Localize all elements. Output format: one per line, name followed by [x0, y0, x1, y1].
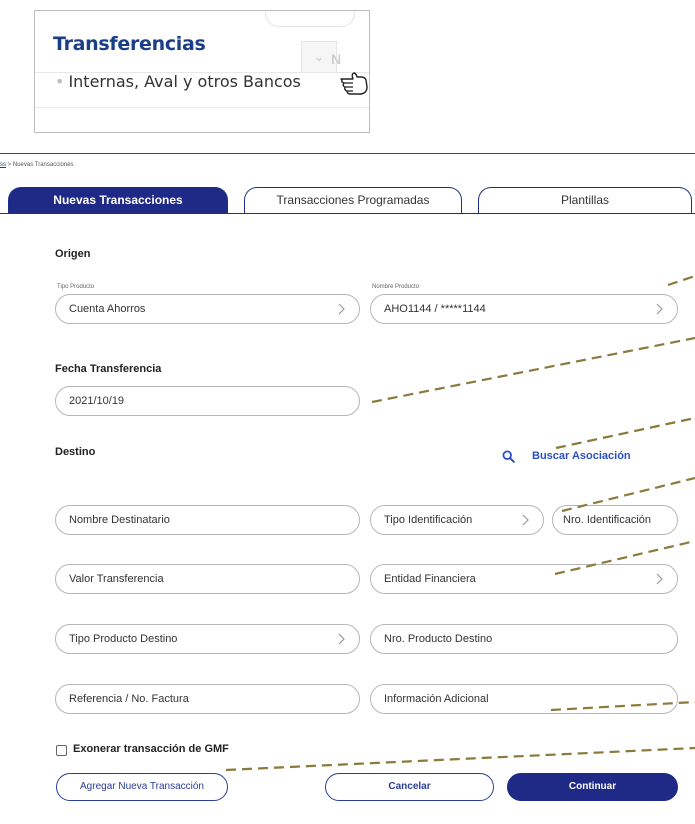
nombre-producto-label: Nombre Producto	[372, 284, 420, 290]
breadcrumb-current: Nuevas Transacciones	[12, 162, 74, 168]
tabs-underline	[0, 213, 695, 214]
gmf-checkbox-label[interactable]: Exonerar transacción de GMF	[73, 743, 229, 755]
search-icon[interactable]	[502, 450, 515, 463]
tipo-producto-destino-placeholder: Tipo Producto Destino	[69, 633, 178, 645]
gmf-checkbox[interactable]	[56, 745, 67, 756]
callout-line	[371, 336, 695, 404]
callout-line	[667, 274, 695, 287]
breadcrumb: ss > Nuevas Transacciones	[0, 162, 74, 168]
breadcrumb-link[interactable]: ss	[0, 162, 6, 168]
nro-identificacion-placeholder: Nro. Identificación	[563, 514, 652, 526]
valor-transferencia-placeholder: Valor Transferencia	[69, 573, 164, 585]
chevron-right-icon	[338, 633, 345, 645]
referencia-factura-field[interactable]: Referencia / No. Factura	[55, 684, 360, 714]
section-title-origen: Origen	[55, 248, 91, 260]
tab-nuevas-transacciones[interactable]: Nuevas Transacciones	[8, 187, 228, 214]
referencia-factura-placeholder: Referencia / No. Factura	[69, 693, 189, 705]
fecha-transferencia-value: 2021/10/19	[69, 395, 125, 407]
nombre-destinatario-placeholder: Nombre Destinatario	[69, 514, 170, 526]
hand-pointer-icon	[340, 72, 368, 95]
callout-line	[555, 416, 695, 450]
section-title-fecha: Fecha Transferencia	[55, 363, 162, 375]
callout-line	[225, 746, 695, 772]
menu-snippet: ⌄ N Transferencias • Internas, Aval y otr…	[34, 10, 370, 133]
chevron-right-icon	[656, 303, 663, 315]
tipo-producto-label: Tipo Producto	[57, 284, 95, 290]
tipo-producto-select[interactable]: Cuenta Ahorros	[55, 294, 360, 324]
tipo-identificacion-select[interactable]: Tipo Identificación	[370, 505, 544, 535]
continue-button[interactable]: Continuar	[507, 773, 678, 801]
nombre-destinatario-field[interactable]: Nombre Destinatario	[55, 505, 360, 535]
tipo-producto-value: Cuenta Ahorros	[69, 303, 146, 315]
menu-title: Transferencias	[53, 33, 206, 55]
nombre-producto-select[interactable]: AHO1144 / *****1144	[370, 294, 678, 324]
tab-plantillas[interactable]: Plantillas	[478, 187, 692, 214]
buscar-asociacion-link[interactable]: Buscar Asociación	[532, 450, 631, 462]
nro-producto-destino-field[interactable]: Nro. Producto Destino	[370, 624, 678, 654]
nro-producto-destino-placeholder: Nro. Producto Destino	[384, 633, 493, 645]
chevron-right-icon	[656, 573, 663, 585]
header-divider	[0, 153, 695, 154]
fecha-transferencia-field[interactable]: 2021/10/19	[55, 386, 360, 416]
nombre-producto-value: AHO1144 / *****1144	[384, 303, 486, 315]
entidad-financiera-select[interactable]: Entidad Financiera	[370, 564, 678, 594]
breadcrumb-separator: >	[7, 162, 12, 168]
chevron-right-icon	[522, 514, 529, 526]
chevron-right-icon	[338, 303, 345, 315]
background-text-ghost: N	[331, 51, 342, 67]
tipo-producto-destino-select[interactable]: Tipo Producto Destino	[55, 624, 360, 654]
section-title-destino: Destino	[55, 446, 96, 458]
add-transaction-button[interactable]: Agregar Nueva Transacción	[56, 773, 228, 801]
menu-item-internas-aval-otros-bancos[interactable]: • Internas, Aval y otros Bancos	[55, 72, 301, 91]
background-divider	[35, 107, 369, 108]
valor-transferencia-field[interactable]: Valor Transferencia	[55, 564, 360, 594]
tab-transacciones-programadas[interactable]: Transacciones Programadas	[244, 187, 462, 214]
nro-identificacion-field[interactable]: Nro. Identificación	[552, 505, 678, 535]
cancel-button[interactable]: Cancelar	[325, 773, 494, 801]
informacion-adicional-placeholder: Información Adicional	[384, 693, 489, 705]
menu-item-label: Internas, Aval y otros Bancos	[68, 72, 301, 91]
background-field-ghost	[265, 11, 355, 27]
informacion-adicional-field[interactable]: Información Adicional	[370, 684, 678, 714]
tipo-identificacion-placeholder: Tipo Identificación	[384, 514, 473, 526]
menu-item-bullet: •	[55, 72, 65, 91]
entidad-financiera-placeholder: Entidad Financiera	[384, 573, 476, 585]
